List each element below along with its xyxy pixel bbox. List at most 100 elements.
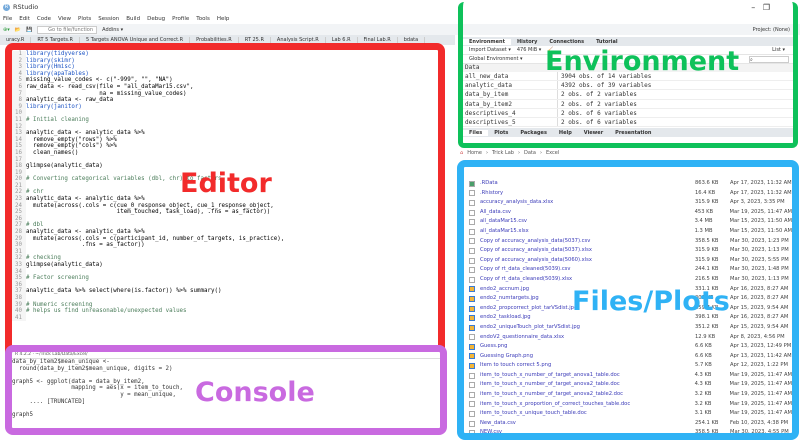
file-name[interactable]: Copy of accuracy_analysis_data(5060).xls… <box>480 256 695 266</box>
file-row[interactable]: NEW.csv 358.5 KB Mar 30, 2023, 4:55 PM <box>464 428 792 433</box>
menu-item-debug[interactable]: Debug <box>147 16 165 22</box>
tab-packages[interactable]: Packages <box>514 130 553 136</box>
menu-item-build[interactable]: Build <box>126 16 140 22</box>
global-environment-select[interactable]: Global Environment ▾ <box>469 56 523 62</box>
file-row[interactable]: item_to_touch_x_number_of_target_anova2_… <box>464 380 792 390</box>
environment-row[interactable]: descriptives_4 2 obs. of 6 variables <box>463 108 793 118</box>
environment-row[interactable]: data_by_item 2 obs. of 2 variables <box>463 90 793 100</box>
file-row[interactable]: item_to_touch_x_number_of_target_anova2_… <box>464 390 792 400</box>
environment-row[interactable]: descriptives_5 2 obs. of 6 variables <box>463 117 793 128</box>
variable-name[interactable]: data_by_item <box>463 90 558 99</box>
file-row[interactable]: Copy of accuracy_analysis_data(5060).xls… <box>464 256 792 266</box>
breadcrumb-item[interactable]: Excel <box>546 150 559 156</box>
file-name[interactable]: all_dataMar15.xlsx <box>480 227 695 237</box>
file-row[interactable]: .RData 863.6 KB Apr 17, 2023, 11:32 AM <box>464 179 792 189</box>
home-icon[interactable]: ⌂ <box>460 150 463 156</box>
new-file-icon[interactable]: ⊕▾ <box>3 27 10 33</box>
menu-item-tools[interactable]: Tools <box>196 16 210 22</box>
open-file-icon[interactable]: 📂 <box>15 27 21 33</box>
file-name[interactable]: New_data.csv <box>480 419 695 429</box>
variable-name[interactable]: analytic_data <box>463 81 558 90</box>
goto-file-input[interactable]: Go to file/function <box>37 25 98 34</box>
file-name[interactable]: Copy of accuracy_analysis_data(5037).csv <box>480 237 695 247</box>
environment-row[interactable]: data_by_item2 2 obs. of 2 variables <box>463 99 793 109</box>
file-name[interactable]: item_to_touch_x_number_of_target_anova2_… <box>480 390 695 400</box>
environment-row[interactable]: analytic_data 4392 obs. of 39 variables <box>463 81 793 91</box>
tab-tutorial[interactable]: Tutorial <box>590 39 624 45</box>
menu-item-plots[interactable]: Plots <box>78 16 91 22</box>
tab-history[interactable]: History <box>511 39 543 45</box>
file-row[interactable]: Copy of rt_data_cleaned(5039).csv 244.1 K… <box>464 265 792 275</box>
file-name[interactable]: Copy of rt_data_cleaned(5039).xlsx <box>480 275 695 285</box>
file-row[interactable]: endoV2_questionnaire_data.xlsx 12.9 KB Apr… <box>464 333 792 343</box>
tab-connections[interactable]: Connections <box>543 39 590 45</box>
variable-name[interactable]: all_new_data <box>463 72 558 81</box>
file-name[interactable]: .RData <box>480 179 695 189</box>
variable-name[interactable]: data_by_item2 <box>463 99 558 108</box>
file-row[interactable]: Item to touch correct 5.png 5.7 KB Apr 12,… <box>464 361 792 371</box>
file-row[interactable]: Copy of rt_data_cleaned(5039).xlsx 216.5 … <box>464 275 792 285</box>
file-name[interactable]: NEW.csv <box>480 428 695 433</box>
line-number: 28 <box>12 229 26 236</box>
environment-search-input[interactable]: ⌕ <box>749 55 789 63</box>
tab-environment[interactable]: Environment <box>463 38 511 45</box>
project-menu[interactable]: Project: (None) <box>752 26 790 33</box>
breadcrumb-item[interactable]: Trick Lab <box>492 150 514 156</box>
file-name[interactable]: All_data.csv <box>480 208 695 218</box>
variable-name[interactable]: descriptives_5 <box>463 117 558 127</box>
file-name[interactable]: all_dataMar15.csv <box>480 217 695 227</box>
tab-files[interactable]: Files <box>463 129 489 136</box>
file-name[interactable]: endoV2_questionnaire_data.xlsx <box>480 333 695 343</box>
file-name[interactable]: Item to touch correct 5.png <box>480 361 695 371</box>
menu-item-edit[interactable]: Edit <box>19 16 30 22</box>
code-text: analytic_data <- raw_data <box>26 97 114 104</box>
file-icon <box>469 219 475 226</box>
breadcrumb-item[interactable]: Data <box>524 150 536 156</box>
console-line: data_by_item2$mean_unique <- <box>12 359 110 365</box>
file-row[interactable]: item_to_touch_x_unique_touch_table.doc 3.… <box>464 409 792 419</box>
file-row[interactable]: item_to_touch_x_number_of_target_anova1_… <box>464 371 792 381</box>
file-name[interactable]: .Rhistory <box>480 189 695 199</box>
file-name[interactable]: item_to_touch_x_unique_touch_table.doc <box>480 409 695 419</box>
file-row[interactable]: Guess.png 6.6 KB Apr 13, 2023, 12:49 PM <box>464 342 792 352</box>
file-row[interactable]: .Rhistory 16.4 KB Apr 17, 2023, 11:32 AM <box>464 189 792 199</box>
file-name[interactable]: accuracy_analysis_data.xlsx <box>480 198 695 208</box>
file-row[interactable]: Copy of accuracy_analysis_data(5037).xls… <box>464 246 792 256</box>
view-mode-select[interactable]: List ▾ <box>772 47 785 53</box>
file-name[interactable]: item_to_touch_x_number_of_target_anova1_… <box>480 371 695 381</box>
file-row[interactable]: Copy of accuracy_analysis_data(5037).csv… <box>464 237 792 247</box>
file-name[interactable]: Copy of accuracy_analysis_data(5037).xls… <box>480 246 695 256</box>
menu-item-file[interactable]: File <box>3 16 12 22</box>
file-name[interactable]: item_to_touch_x_proportion_of_correct_to… <box>480 400 695 410</box>
import-dataset-button[interactable]: Import Dataset ▾ <box>469 47 511 53</box>
tab-viewer[interactable]: Viewer <box>578 130 609 136</box>
file-name[interactable]: item_to_touch_x_number_of_target_anova2_… <box>480 380 695 390</box>
file-name[interactable]: endo2_uniqueTouch_plot_tarVSdist.jpg <box>480 323 695 333</box>
menu-item-view[interactable]: View <box>58 16 71 22</box>
file-row[interactable]: item_to_touch_x_proportion_of_correct_to… <box>464 400 792 410</box>
menu-item-session[interactable]: Session <box>98 16 119 22</box>
file-row[interactable]: all_dataMar15.csv 3.4 MB Mar 15, 2023, 11:… <box>464 217 792 227</box>
file-row[interactable]: New_data.csv 254.1 KB Feb 10, 2023, 4:38 P… <box>464 419 792 429</box>
file-name[interactable]: Guessing Graph.png <box>480 352 695 362</box>
file-row[interactable]: Guessing Graph.png 6.6 KB Apr 13, 2023, 11… <box>464 352 792 362</box>
breadcrumb-item[interactable]: Home <box>467 150 482 156</box>
save-icon[interactable]: 💾 <box>26 27 32 33</box>
menu-item-help[interactable]: Help <box>217 16 230 22</box>
code-text: library(Hmisc) <box>26 64 75 71</box>
file-name[interactable]: Guess.png <box>480 342 695 352</box>
file-name[interactable]: Copy of rt_data_cleaned(5039).csv <box>480 265 695 275</box>
memory-usage[interactable]: 476 MiB ▾ <box>517 47 541 53</box>
tab-plots[interactable]: Plots <box>488 130 514 136</box>
tab-help[interactable]: Help <box>553 130 578 136</box>
menu-item-profile[interactable]: Profile <box>172 16 189 22</box>
file-row[interactable]: all_dataMar15.xlsx 1.3 MB Mar 15, 2023, 11… <box>464 227 792 237</box>
file-row[interactable]: All_data.csv 453 KB Mar 19, 2025, 11:47 AM <box>464 208 792 218</box>
addins-menu[interactable]: Addins ▾ <box>102 27 123 33</box>
variable-name[interactable]: descriptives_4 <box>463 108 558 117</box>
tab-presentation[interactable]: Presentation <box>609 130 657 136</box>
file-row[interactable]: endo2_uniqueTouch_plot_tarVSdist.jpg 351.… <box>464 323 792 333</box>
menu-item-code[interactable]: Code <box>37 16 51 22</box>
file-row[interactable]: accuracy_analysis_data.xlsx 315.9 KB Apr 3… <box>464 198 792 208</box>
editor-pane[interactable]: 1 library(tidyverse) 2 library(skimr) 3 libra… <box>5 43 445 365</box>
